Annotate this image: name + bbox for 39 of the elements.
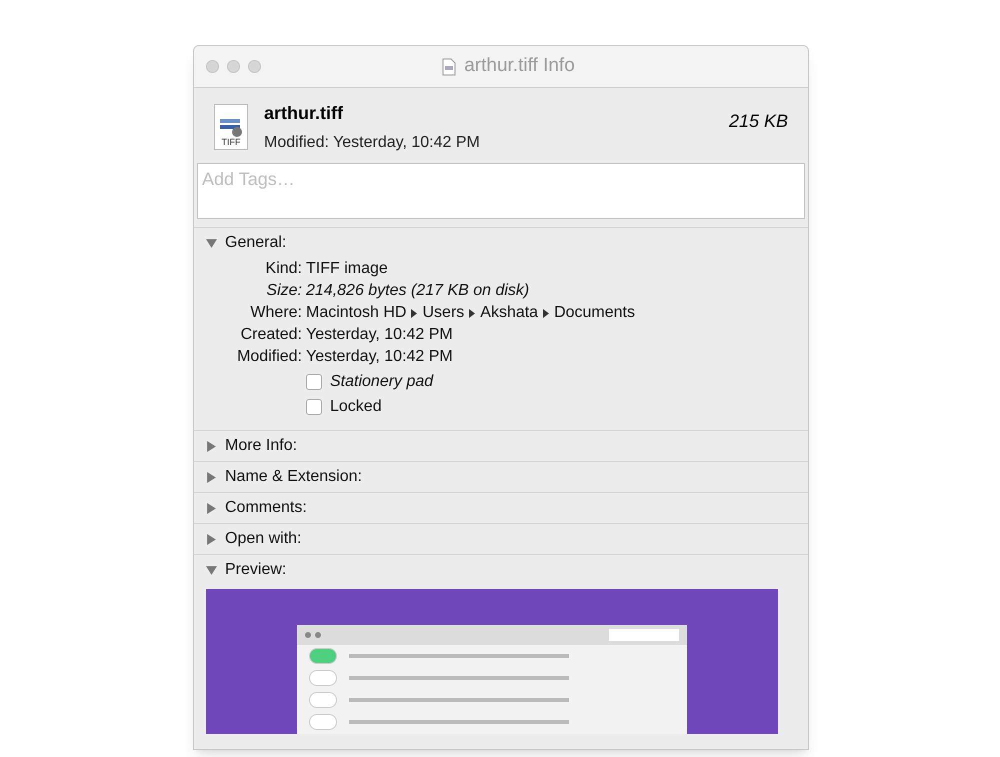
section-title[interactable]: Open with:: [225, 527, 302, 551]
field-label: Created:: [240, 325, 302, 345]
path-name: Documents: [554, 303, 635, 323]
field-value: TIFF image: [306, 259, 389, 279]
path-name: Users: [422, 303, 464, 323]
path-arrow-icon: [469, 308, 476, 318]
window-title: arthur.tiff Info: [464, 54, 575, 78]
checkbox-label: Stationery pad: [330, 372, 434, 392]
path-name: Akshata: [480, 303, 538, 323]
checkbox[interactable]: [306, 374, 322, 390]
checkbox[interactable]: [306, 399, 322, 415]
path-name: Macintosh HD: [306, 303, 406, 323]
field-label: Where:: [249, 303, 302, 323]
section-title[interactable]: Preview:: [225, 558, 286, 582]
path-arrow-icon: [411, 308, 418, 318]
section-title[interactable]: Name & Extension:: [225, 465, 362, 489]
modified-date: Modified: Yesterday, 10:42 PM: [264, 133, 480, 153]
checkbox-label: Locked: [330, 397, 382, 417]
field-value: Yesterday, 10:42 PM: [306, 347, 454, 367]
disclosure-triangle-down-icon[interactable]: [206, 564, 217, 576]
file-size: 215 KB: [728, 110, 788, 133]
section-title[interactable]: Comments:: [225, 496, 307, 520]
document-icon: [442, 58, 456, 76]
path-arrow-icon: [543, 308, 550, 318]
disclosure-triangle-right-icon[interactable]: [206, 440, 217, 452]
tiff-file-icon: TIFF: [214, 104, 248, 150]
section-title[interactable]: General:: [225, 231, 286, 255]
field-label: Kind:: [264, 259, 302, 279]
field-label: Size:: [265, 281, 302, 301]
disclosure-triangle-down-icon[interactable]: [206, 238, 217, 248]
disclosure-triangle-right-icon[interactable]: [206, 502, 217, 514]
file-name: arthur.tiff: [264, 102, 344, 125]
field-label: Modified:: [236, 347, 302, 367]
disclosure-triangle-right-icon[interactable]: [206, 472, 217, 482]
disclosure-triangle-right-icon[interactable]: [206, 534, 217, 544]
field-value: 214,826 bytes (217 KB on disk): [306, 281, 530, 301]
field-value: Yesterday, 10:42 PM: [306, 325, 454, 345]
tags-field[interactable]: Add Tags…: [197, 163, 805, 219]
section-title[interactable]: More Info:: [225, 434, 298, 458]
